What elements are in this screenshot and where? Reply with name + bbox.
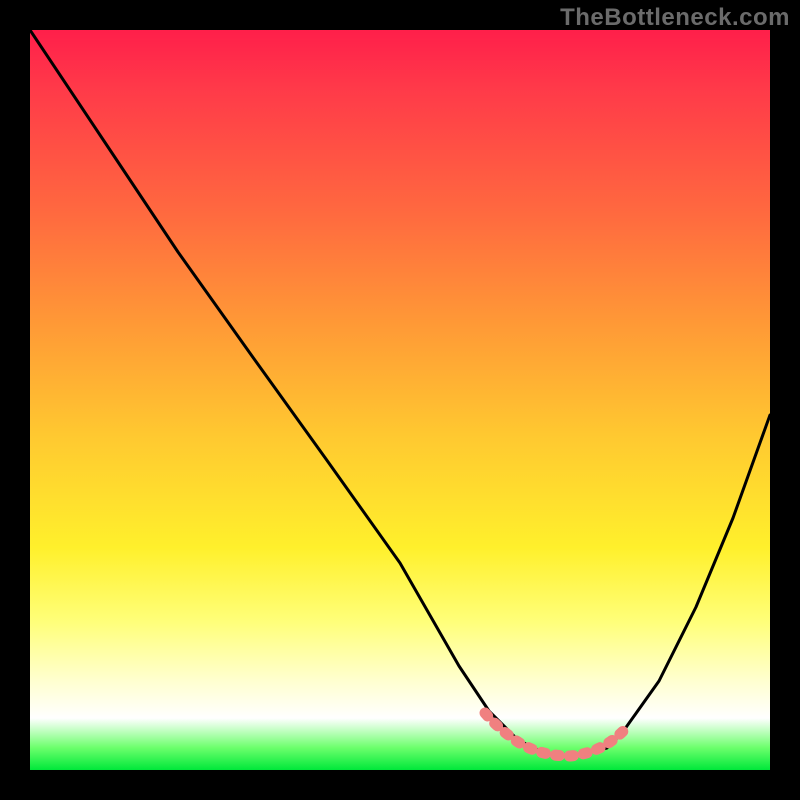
chart-frame: TheBottleneck.com <box>0 0 800 800</box>
curve-layer <box>30 30 770 770</box>
watermark-text: TheBottleneck.com <box>560 4 790 32</box>
plot-area <box>30 30 770 770</box>
bottleneck-curve-path <box>30 30 770 755</box>
